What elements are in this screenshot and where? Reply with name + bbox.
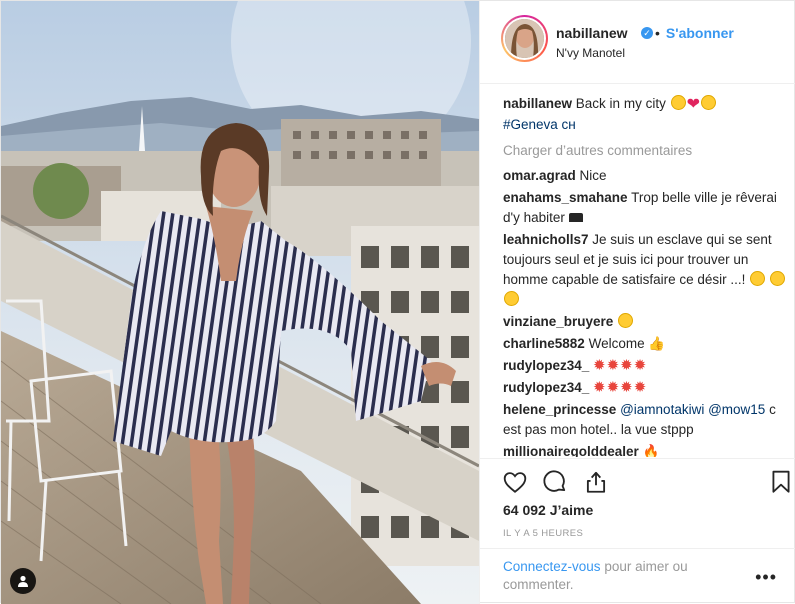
comment: rudylopez34_ ✹✹✹✹ <box>503 356 785 376</box>
comment-text: Welcome <box>588 336 645 351</box>
share-icon[interactable] <box>583 469 609 495</box>
photo-illustration <box>1 1 479 604</box>
post-timestamp[interactable]: IL Y A 5 HEURES <box>503 528 583 539</box>
comment-username[interactable]: leahnicholls7 <box>503 232 589 247</box>
comment-username[interactable]: vinziane_bruyere <box>503 314 613 329</box>
comment: omar.agrad Nice <box>503 166 785 186</box>
comment-bubble-icon[interactable] <box>542 469 568 495</box>
login-prompt: Connectez-vous pour aimer ou commenter. <box>503 558 743 594</box>
comment: charline5882 Welcome 👍 <box>503 334 785 354</box>
verified-badge-icon: ✓ <box>641 27 653 39</box>
comments-list: nabillanew Back in my city ❤ #Geneva ᴄʜ … <box>503 94 785 457</box>
comment-text: Nice <box>579 168 607 183</box>
wink-emoji-icon <box>701 95 716 110</box>
follow-button-label: S'abonner <box>665 25 734 41</box>
comment-username[interactable]: helene_princesse <box>503 402 616 417</box>
thumbs-up-emoji-icon: 👍 <box>648 336 666 351</box>
hat-emoji-icon <box>568 213 583 222</box>
avatar[interactable] <box>501 15 548 62</box>
comment-username[interactable]: rudylopez34_ <box>503 380 589 395</box>
action-bar <box>480 458 795 504</box>
heart-emoji-icon: ❤ <box>686 96 700 113</box>
comment: rudylopez34_ ✹✹✹✹ <box>503 378 785 398</box>
comment: vinziane_bruyere <box>503 312 785 332</box>
comment: helene_princesse @iamnotakiwi @mow15 c e… <box>503 400 785 440</box>
comment-username[interactable]: omar.agrad <box>503 168 576 183</box>
header-username[interactable]: nabillanew <box>556 25 628 41</box>
location-link[interactable]: N'vy Manotel <box>556 46 625 60</box>
login-footer: Connectez-vous pour aimer ou commenter. … <box>480 548 795 604</box>
login-link[interactable]: Connectez-vous <box>503 559 601 574</box>
post-header: nabillanew ✓ • S'abonner N'vy Manotel <box>480 1 795 84</box>
follow-button[interactable]: • S'abonner <box>655 25 734 41</box>
caption-text: Back in my city <box>575 96 666 111</box>
comment-mentions[interactable]: @iamnotakiwi @mow15 <box>620 402 765 417</box>
bookmark-icon[interactable] <box>768 469 794 495</box>
user-tag-icon[interactable] <box>10 568 36 594</box>
comment-username[interactable]: enahams_smahane <box>503 190 628 205</box>
comment-username[interactable]: millionairegolddealer <box>503 444 639 457</box>
heart-outline-icon[interactable] <box>502 469 528 495</box>
post-side-panel: nabillanew ✓ • S'abonner N'vy Manotel nab… <box>479 1 795 604</box>
collision-emoji-icon: ✹✹✹✹ <box>593 357 648 374</box>
comment: millionairegolddealer 🔥 <box>503 442 785 457</box>
load-more-comments-button[interactable]: Charger d’autres commentaires <box>503 141 785 161</box>
wink-emoji-icon <box>750 271 766 286</box>
instagram-post: nabillanew ✓ • S'abonner N'vy Manotel nab… <box>0 0 795 604</box>
fire-emoji-icon: 🔥 <box>642 444 660 457</box>
caption-username[interactable]: nabillanew <box>503 96 572 111</box>
caption: nabillanew Back in my city ❤ #Geneva ᴄʜ <box>503 94 785 135</box>
comment-username[interactable]: charline5882 <box>503 336 585 351</box>
comment: enahams_smahane Trop belle ville je rêve… <box>503 188 785 228</box>
grin-emoji-icon <box>769 271 785 286</box>
comment: leahnicholls7 Je suis un esclave qui se … <box>503 230 785 310</box>
kiss-emoji-icon <box>618 313 634 328</box>
likes-count[interactable]: 64 092 J’aime <box>503 502 593 518</box>
header-separator: • <box>655 25 660 41</box>
collision-emoji-icon: ✹✹✹✹ <box>593 379 648 396</box>
more-options-icon[interactable]: ••• <box>755 567 777 588</box>
star-eyes-emoji-icon <box>670 95 686 110</box>
comment-username[interactable]: rudylopez34_ <box>503 358 589 373</box>
caption-hashtag[interactable]: #Geneva ᴄʜ <box>503 117 576 132</box>
post-photo[interactable] <box>1 1 479 604</box>
nerd-emoji-icon <box>504 291 519 306</box>
